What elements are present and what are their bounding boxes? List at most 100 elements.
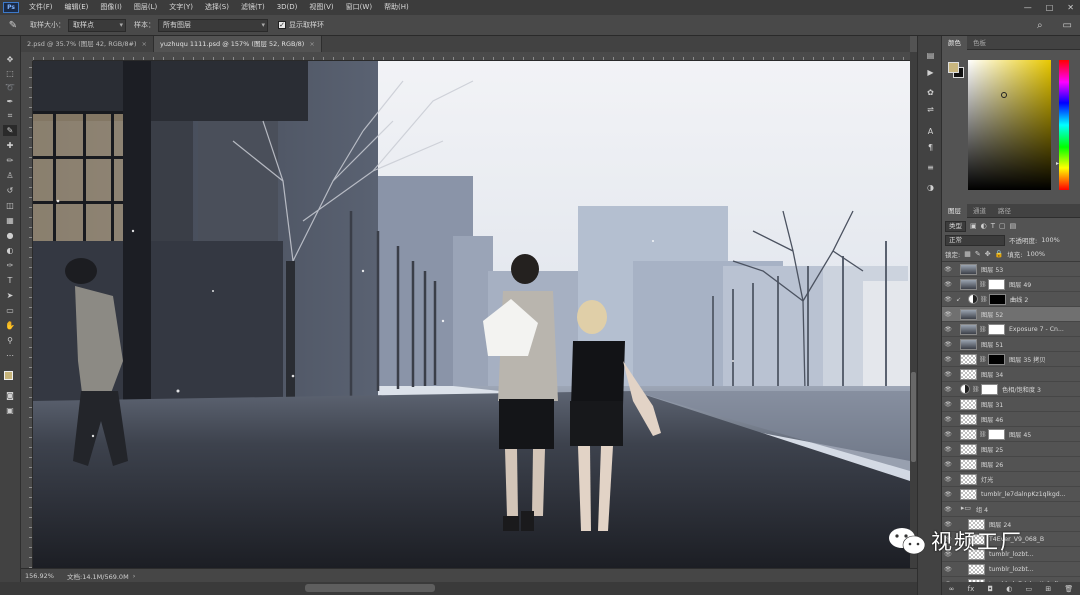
brush-panel-icon[interactable]: ✿ bbox=[924, 87, 937, 98]
layer-row[interactable]: 👁 ⛓ 图层 35 拷贝 bbox=[942, 352, 1080, 367]
scroll-thumb[interactable] bbox=[911, 372, 916, 462]
eye-icon[interactable]: 👁 bbox=[942, 491, 954, 498]
layer-mask-thumbnail[interactable] bbox=[988, 353, 1005, 365]
eye-icon[interactable]: 👁 bbox=[942, 461, 954, 468]
paragraph-panel-icon[interactable]: ¶ bbox=[924, 142, 937, 153]
layer-row[interactable]: 👁 图层 31 bbox=[942, 397, 1080, 412]
foreground-color-swatch[interactable] bbox=[948, 62, 959, 73]
screen-mode-icon[interactable]: ▣ bbox=[3, 405, 17, 416]
brush-tool-icon[interactable]: ✏ bbox=[3, 155, 17, 166]
character-panel-icon[interactable]: A bbox=[924, 126, 937, 137]
layer-name[interactable]: tumblr_le7dalnpKz1qlkgd... bbox=[981, 491, 1066, 498]
layer-row[interactable]: 👁 图层 25 bbox=[942, 442, 1080, 457]
fx-icon[interactable]: fx bbox=[968, 585, 975, 593]
hue-marker-icon[interactable]: ▸ bbox=[1056, 160, 1059, 167]
layer-row[interactable]: 👁 ⛓ 色相/饱和度 3 bbox=[942, 382, 1080, 397]
menu-type[interactable]: 文字(Y) bbox=[163, 0, 199, 15]
layer-thumbnail[interactable] bbox=[960, 278, 977, 290]
history-brush-icon[interactable]: ↺ bbox=[3, 185, 17, 196]
menu-image[interactable]: 图像(I) bbox=[94, 0, 128, 15]
filter-type-icon[interactable]: T bbox=[991, 222, 995, 230]
document-canvas[interactable] bbox=[33, 61, 910, 568]
layer-thumbnail[interactable] bbox=[960, 353, 977, 365]
eye-icon[interactable]: 👁 bbox=[942, 341, 954, 348]
layer-row[interactable]: 👁 图层 52 bbox=[942, 307, 1080, 322]
filter-adjust-icon[interactable]: ◐ bbox=[981, 222, 987, 230]
menu-help[interactable]: 帮助(H) bbox=[378, 0, 415, 15]
folder-icon[interactable]: ▸▭ bbox=[960, 504, 972, 515]
layer-thumbnail[interactable] bbox=[960, 488, 977, 500]
lock-move-icon[interactable]: ✥ bbox=[985, 250, 991, 258]
filter-shape-icon[interactable]: ▢ bbox=[999, 222, 1006, 230]
new-layer-icon[interactable]: ⊞ bbox=[1045, 585, 1051, 593]
layer-row[interactable]: 👁 ↙ ⛓ 曲线 2 bbox=[942, 292, 1080, 307]
new-adjustment-icon[interactable]: ◐ bbox=[1006, 585, 1012, 593]
layer-name[interactable]: 曲线 2 bbox=[1010, 295, 1028, 304]
layer-thumbnail[interactable] bbox=[960, 413, 977, 425]
zoom-level[interactable]: 156.92% bbox=[21, 572, 59, 580]
healing-tool-icon[interactable]: ✚ bbox=[3, 140, 17, 151]
lock-brush-icon[interactable]: ✎ bbox=[975, 250, 981, 258]
color-picker-ring-icon[interactable] bbox=[1001, 92, 1007, 98]
eye-icon[interactable]: 👁 bbox=[942, 476, 954, 483]
layer-name[interactable]: 图层 45 bbox=[1009, 430, 1031, 439]
close-button[interactable]: ✕ bbox=[1067, 3, 1074, 12]
adjustment-layer-icon[interactable] bbox=[960, 384, 970, 394]
link-layers-icon[interactable]: ∞ bbox=[949, 585, 955, 593]
eyedropper-tool-icon[interactable]: ✎ bbox=[3, 125, 17, 136]
eye-icon[interactable]: 👁 bbox=[942, 506, 954, 513]
menu-view[interactable]: 视图(V) bbox=[303, 0, 339, 15]
layer-name[interactable]: 图层 34 bbox=[981, 370, 1003, 379]
layer-thumbnail[interactable] bbox=[968, 563, 985, 575]
link-icon[interactable]: ⛓ bbox=[980, 296, 988, 303]
link-icon[interactable]: ⛓ bbox=[979, 356, 987, 363]
layer-mask-thumbnail[interactable] bbox=[988, 278, 1005, 290]
layer-thumbnail[interactable] bbox=[960, 398, 977, 410]
show-sampling-ring-checkbox[interactable]: ✓ 显示取样环 bbox=[278, 20, 324, 30]
layer-name[interactable]: 图层 35 拷贝 bbox=[1009, 355, 1046, 364]
menu-filter[interactable]: 滤镜(T) bbox=[235, 0, 271, 15]
minimize-button[interactable]: — bbox=[1024, 3, 1032, 12]
fill-value[interactable]: 100% bbox=[1027, 250, 1046, 258]
adjustment-layer-icon[interactable] bbox=[968, 294, 978, 304]
tab-document-1[interactable]: 2.psd @ 35.7% (图层 42, RGB/8#) × bbox=[21, 36, 154, 52]
crop-tool-icon[interactable]: ⌗ bbox=[3, 110, 17, 121]
layer-name[interactable]: 图层 46 bbox=[981, 415, 1003, 424]
layer-mask-thumbnail[interactable] bbox=[988, 428, 1005, 440]
layer-thumbnail[interactable] bbox=[960, 323, 977, 335]
styles-panel-icon[interactable]: ◑ bbox=[924, 182, 937, 193]
blend-mode-select[interactable]: 正常 bbox=[945, 234, 1005, 246]
dodge-tool-icon[interactable]: ◐ bbox=[3, 245, 17, 256]
tab-paths[interactable]: 路径 bbox=[992, 204, 1017, 218]
color-field[interactable] bbox=[968, 60, 1051, 190]
more-tools-icon[interactable]: ⋯ bbox=[3, 350, 17, 361]
actions-panel-icon[interactable]: ▶ bbox=[924, 67, 937, 78]
layer-mask-thumbnail[interactable] bbox=[989, 293, 1006, 305]
layer-thumbnail[interactable] bbox=[960, 473, 977, 485]
menu-edit[interactable]: 编辑(E) bbox=[59, 0, 95, 15]
layer-row[interactable]: 👁 灯光 bbox=[942, 472, 1080, 487]
eye-icon[interactable]: 👁 bbox=[942, 311, 954, 318]
vertical-ruler[interactable] bbox=[21, 61, 33, 568]
link-icon[interactable]: ⛓ bbox=[979, 431, 987, 438]
path-select-icon[interactable]: ➤ bbox=[3, 290, 17, 301]
sample-size-select[interactable]: 取样点 bbox=[68, 18, 126, 32]
filter-pixel-icon[interactable]: ▣ bbox=[970, 222, 977, 230]
layer-row[interactable]: 👁 tumblr_le7dalnpKz1qlkgd... bbox=[942, 487, 1080, 502]
layer-thumbnail[interactable] bbox=[960, 308, 977, 320]
workspace-icon[interactable]: ▭ bbox=[1063, 20, 1072, 31]
zoom-tool-icon[interactable]: ⚲ bbox=[3, 335, 17, 346]
eye-icon[interactable]: 👁 bbox=[942, 566, 954, 573]
menu-window[interactable]: 窗口(W) bbox=[340, 0, 378, 15]
layer-name[interactable]: 图层 25 bbox=[981, 445, 1003, 454]
layer-name[interactable]: 图层 51 bbox=[981, 340, 1003, 349]
menu-select[interactable]: 选择(S) bbox=[199, 0, 235, 15]
eye-icon[interactable]: 👁 bbox=[942, 431, 954, 438]
stamp-tool-icon[interactable]: ♙ bbox=[3, 170, 17, 181]
layer-name[interactable]: 图层 53 bbox=[981, 265, 1003, 274]
layer-name[interactable]: 图层 49 bbox=[1009, 280, 1031, 289]
layer-row[interactable]: 👁 图层 46 bbox=[942, 412, 1080, 427]
marquee-tool-icon[interactable]: ⬚ bbox=[3, 68, 17, 79]
eye-icon[interactable]: 👁 bbox=[942, 266, 954, 273]
maximize-button[interactable]: □ bbox=[1046, 3, 1054, 12]
